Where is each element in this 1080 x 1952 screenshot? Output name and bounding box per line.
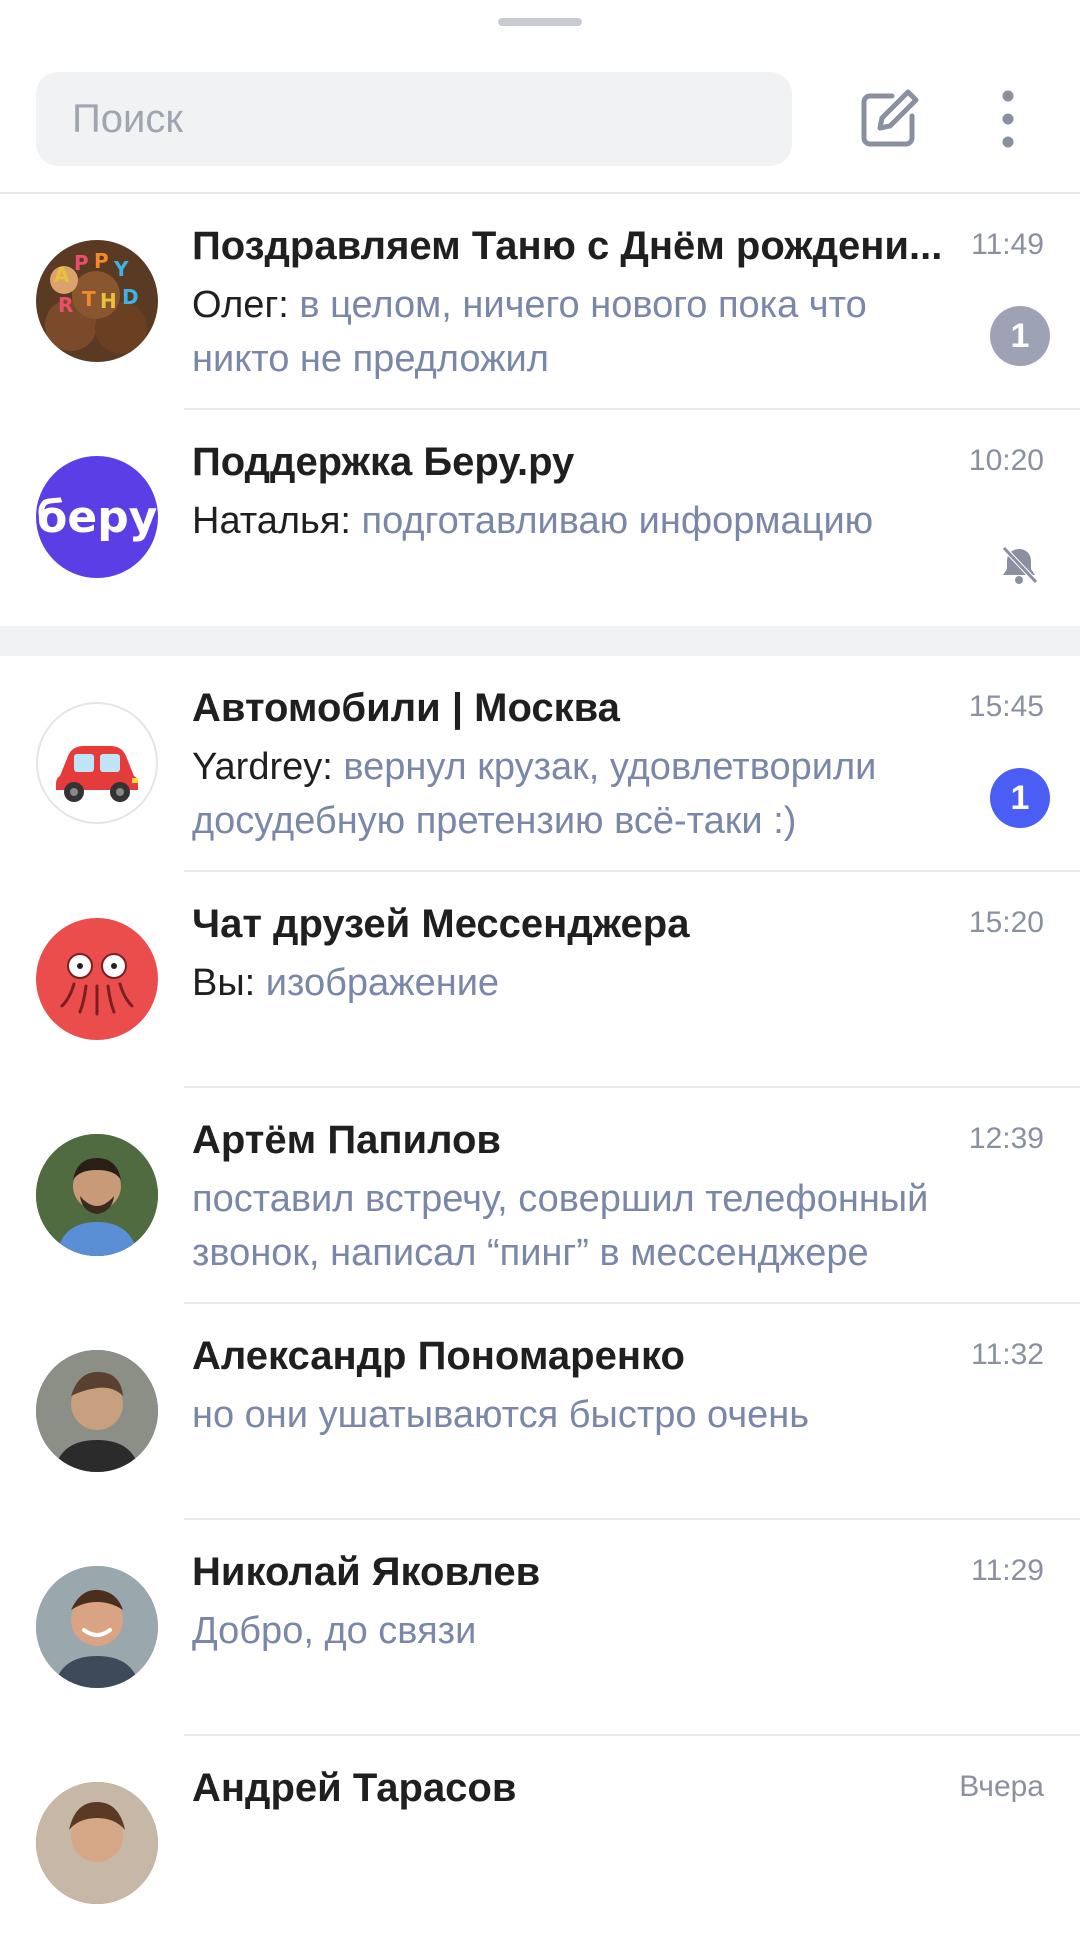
beru-logo: беру	[36, 491, 158, 543]
chat-item[interactable]: Николай Яковлев 11:29 Добро, до связи	[0, 1520, 1080, 1736]
more-vertical-icon	[1002, 90, 1014, 148]
chat-time: 11:29	[971, 1554, 1044, 1587]
chat-time: 11:32	[971, 1338, 1044, 1371]
chat-item[interactable]: Чат друзей Мессенджера 15:20 Вы: изображ…	[0, 872, 1080, 1088]
unread-badge: 1	[990, 306, 1050, 366]
avatar: A P P Y R T H D	[36, 240, 158, 362]
svg-text:H: H	[100, 289, 117, 313]
avatar	[36, 1566, 158, 1688]
avatar	[36, 1134, 158, 1256]
chat-time: 12:39	[968, 1122, 1044, 1155]
chat-title: Артём Папилов	[192, 1118, 501, 1162]
chat-time: 11:49	[971, 228, 1044, 261]
chat-item[interactable]: Артём Папилов 12:39 поставил встречу, со…	[0, 1088, 1080, 1304]
chat-preview: поставил встречу, совершил телефонный зв…	[192, 1172, 972, 1280]
message-text: в целом, ничего нового пока что никто не…	[192, 284, 867, 380]
chat-list: A P P Y R T H D Поздравляем Таню с Днём …	[0, 194, 1080, 1952]
chat-preview: Добро, до связи	[192, 1604, 972, 1658]
message-author: Вы:	[192, 962, 256, 1004]
compose-icon	[861, 89, 919, 147]
unread-badge: 1	[990, 768, 1050, 828]
avatar	[36, 1350, 158, 1472]
message-author: Наталья:	[192, 500, 351, 542]
chat-preview: Олег: в целом, ничего нового пока что ни…	[192, 278, 972, 386]
avatar: беру	[36, 456, 158, 578]
avatar	[36, 702, 158, 824]
message-text: изображение	[265, 962, 500, 1004]
chat-title: Николай Яковлев	[192, 1550, 541, 1594]
svg-text:A: A	[54, 263, 70, 287]
svg-text:P: P	[74, 251, 89, 275]
chat-preview: Вы: изображение	[192, 956, 972, 1010]
chat-time: 10:20	[968, 444, 1044, 477]
svg-text:P: P	[94, 249, 109, 273]
chat-title: Автомобили | Москва	[192, 686, 620, 730]
sheet-drag-handle[interactable]	[498, 18, 582, 26]
chat-title: Чат друзей Мессенджера	[192, 902, 690, 946]
more-options-button[interactable]	[990, 86, 1026, 152]
chat-item[interactable]: Автомобили | Москва 15:45 Yardrey: верну…	[0, 656, 1080, 872]
avatar	[36, 1782, 158, 1904]
compose-button[interactable]	[856, 86, 922, 152]
search-placeholder: Поиск	[72, 96, 183, 141]
message-text: поставил встречу, совершил телефонный зв…	[192, 1178, 929, 1274]
svg-text:R: R	[58, 293, 73, 317]
message-text: но они ушатываются быстро очень	[192, 1394, 810, 1436]
chat-time: 15:20	[968, 906, 1044, 939]
section-separator	[0, 626, 1080, 656]
bell-muted-icon	[998, 544, 1040, 586]
chat-title: Поддержка Беру.ру	[192, 440, 575, 484]
chat-title: Андрей Тарасов	[192, 1766, 517, 1810]
chat-item[interactable]: беру Поддержка Беру.ру 10:20 Наталья: по…	[0, 410, 1080, 626]
svg-text:D: D	[122, 285, 139, 309]
svg-text:T: T	[82, 287, 96, 311]
message-text: подготавливаю информацию	[361, 500, 874, 542]
chat-item[interactable]: Александр Пономаренко 11:32 но они ушаты…	[0, 1304, 1080, 1520]
header: Поиск	[0, 0, 1080, 194]
chat-preview: Наталья: подготавливаю информацию	[192, 494, 972, 548]
chat-item[interactable]: A P P Y R T H D Поздравляем Таню с Днём …	[0, 194, 1080, 410]
message-author: Олег:	[192, 284, 289, 326]
avatar	[36, 918, 158, 1040]
chat-title: Поздравляем Таню с Днём рождени...	[192, 224, 943, 268]
chat-time: Вчера	[959, 1770, 1044, 1803]
chat-preview: но они ушатываются быстро очень	[192, 1388, 972, 1442]
chat-time: 15:45	[968, 690, 1044, 723]
message-author: Yardrey:	[192, 746, 333, 788]
svg-text:Y: Y	[113, 257, 129, 281]
chat-preview: Yardrey: вернул крузак, удовлетворили до…	[192, 740, 972, 848]
search-input[interactable]: Поиск	[36, 72, 792, 166]
chat-title: Александр Пономаренко	[192, 1334, 685, 1378]
message-text: Добро, до связи	[192, 1610, 477, 1652]
chat-item[interactable]: Андрей Тарасов Вчера	[0, 1736, 1080, 1952]
